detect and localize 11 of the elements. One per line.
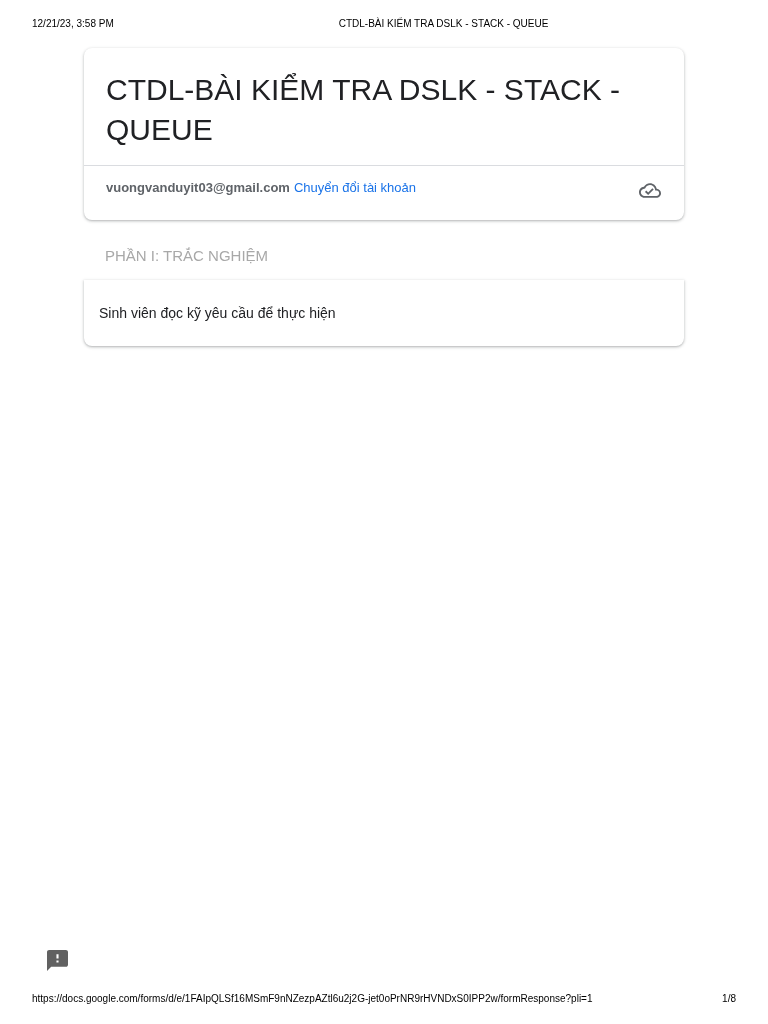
print-url: https://docs.google.com/forms/d/e/1FAIpQLSf16MSmF9nNZezpAZtl6u2j2G-jet0oPrNR9rHVNDxS0IPP2w/formResponse?pli=1	[32, 993, 593, 1005]
cloud-check-icon	[639, 183, 661, 198]
page-number: 1/8	[722, 993, 736, 1005]
section-title: PHẦN I: TRẮC NGHIỆM	[105, 246, 269, 266]
form-title: CTDL-BÀI KIỂM TRA DSLK - STACK - QUEUE	[105, 72, 621, 148]
switch-account-link[interactable]: Chuyển đổi tài khoản	[293, 179, 417, 195]
section-description: Sinh viên đọc kỹ yêu cầu để thực hiện	[99, 304, 337, 322]
print-date: 12/21/23, 3:58 PM	[32, 18, 114, 30]
feedback-icon[interactable]	[47, 950, 68, 971]
account-email: vuongvanduyit03@gmail.com	[106, 179, 290, 195]
print-page-title: CTDL-BÀI KIỂM TRA DSLK - STACK - QUEUE	[338, 18, 549, 30]
